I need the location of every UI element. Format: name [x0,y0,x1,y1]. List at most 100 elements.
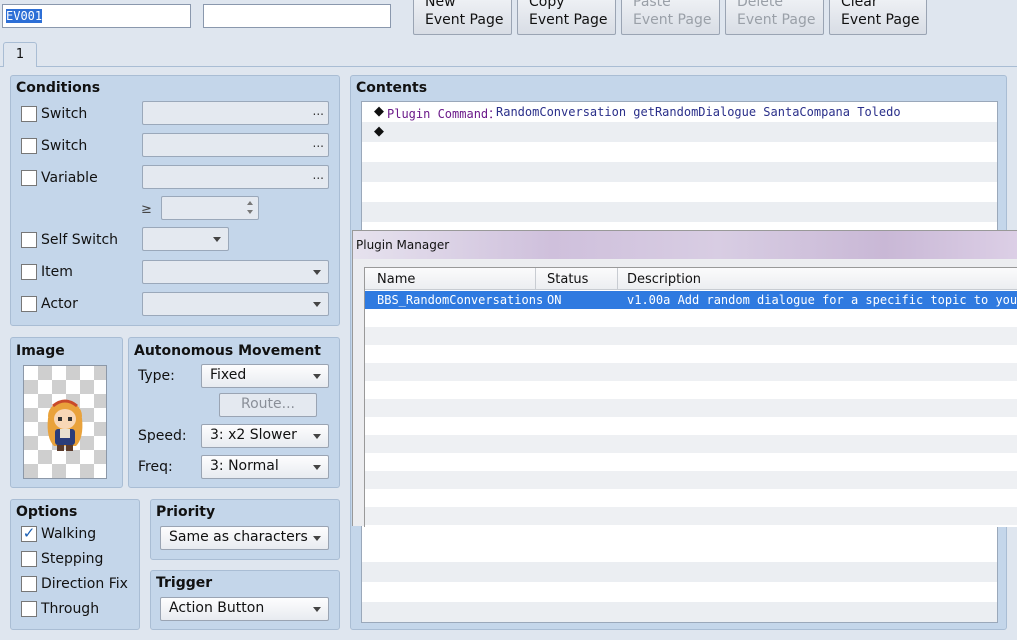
trigger-select[interactable]: Action Button [160,597,329,621]
spin-up-icon[interactable] [247,201,253,205]
actor-label: Actor [41,296,78,312]
command-row[interactable]: ◆ Plugin Command： RandomConversation get… [362,102,997,122]
plugin-empty-rows [365,309,1017,527]
button-line-2: Event Page [737,12,816,28]
plugin-row-selected[interactable]: BBS_RandomConversations ON v1.00a Add ra… [365,291,1017,309]
spin-down-icon[interactable] [247,210,253,214]
priority-value: Same as characters [169,529,308,545]
self-switch-select[interactable] [142,227,229,251]
switch1-label: Switch [41,106,88,122]
ellipsis-icon: ... [312,136,324,150]
switch2-field[interactable]: ... [142,133,329,157]
speed-value: 3: x2 Slower [210,427,297,443]
trigger-title: Trigger [156,575,213,591]
button-line-1: New [425,0,456,10]
clear-event-page-button[interactable]: Clear Event Page [829,0,927,35]
through-checkbox[interactable] [21,601,37,617]
chevron-down-icon [313,434,321,439]
new-event-page-button[interactable]: New Event Page [413,0,512,35]
list-row [362,202,997,222]
freq-value: 3: Normal [210,458,279,474]
list-row [362,562,997,582]
column-description[interactable]: Description [627,272,701,287]
chevron-down-icon [313,607,321,612]
direction-fix-checkbox[interactable] [21,576,37,592]
switch1-field[interactable]: ... [142,101,329,125]
direction-fix-label: Direction Fix [41,576,128,592]
walking-checkbox[interactable]: ✓ [21,526,37,542]
copy-event-page-button[interactable]: Copy Event Page [517,0,616,35]
contents-title: Contents [356,80,428,96]
variable-checkbox[interactable] [21,170,37,186]
actor-select[interactable] [142,292,329,316]
walking-label: Walking [41,526,97,542]
button-line-1: Copy [529,0,565,10]
plugin-table[interactable]: Name Status Description BBS_RandomConver… [364,267,1017,527]
button-line-2: Event Page [529,12,608,28]
conditions-panel: Conditions Switch ... Switch ... Variabl… [10,75,340,326]
autonomous-movement-panel: Autonomous Movement Type: Fixed Route...… [128,337,340,488]
event-note-input[interactable] [203,4,391,28]
list-row [362,182,997,202]
chevron-down-icon [313,536,321,541]
character-sprite-icon [47,399,83,451]
autonomous-title: Autonomous Movement [134,343,321,359]
self-switch-label: Self Switch [41,232,119,248]
self-switch-checkbox[interactable] [21,232,37,248]
command-row-empty[interactable]: ◆ [362,122,997,142]
tab-page-1[interactable]: 1 [3,42,37,67]
options-title: Options [16,504,78,520]
button-line-1: Delete [737,0,783,10]
button-line-2: Event Page [425,12,504,28]
variable-label: Variable [41,170,98,186]
through-label: Through [41,601,100,617]
speed-select[interactable]: 3: x2 Slower [201,424,329,448]
tab-bar-line [0,66,1017,67]
options-panel: Options ✓ Walking Stepping Direction Fix… [10,499,140,630]
column-name[interactable]: Name [377,272,415,287]
plugin-manager-window: Plugin Manager Name Status Description B… [352,230,1017,527]
priority-title: Priority [156,504,216,520]
command-text: RandomConversation getRandomDialogue San… [496,105,901,119]
type-value: Fixed [210,367,247,383]
priority-select[interactable]: Same as characters [160,526,329,550]
event-image-preview[interactable] [23,365,107,479]
variable-field[interactable]: ... [142,165,329,189]
item-checkbox[interactable] [21,264,37,280]
freq-select[interactable]: 3: Normal [201,455,329,479]
switch1-checkbox[interactable] [21,106,37,122]
variable-value-spinner[interactable] [161,196,259,220]
type-select[interactable]: Fixed [201,364,329,388]
plugin-status: ON [547,293,562,307]
chevron-down-icon [313,302,321,307]
event-name-input[interactable]: EV001 [2,4,191,28]
paste-event-page-button[interactable]: Paste Event Page [621,0,720,35]
chevron-down-icon [313,270,321,275]
list-row [362,542,997,562]
route-button[interactable]: Route... [219,393,317,417]
switch2-label: Switch [41,138,88,154]
column-divider [617,268,618,290]
item-label: Item [41,264,73,280]
list-row [362,162,997,182]
ellipsis-icon: ... [312,104,324,118]
plugin-manager-title: Plugin Manager [356,238,450,252]
switch2-checkbox[interactable] [21,138,37,154]
list-row [362,582,997,602]
plugin-manager-titlebar[interactable]: Plugin Manager [353,231,1017,259]
chevron-down-icon [313,374,321,379]
plugin-description: v1.00a Add random dialogue for a specifi… [627,293,1017,307]
type-label: Type: [138,368,175,384]
priority-panel: Priority Same as characters [150,499,340,560]
column-status[interactable]: Status [547,272,588,287]
image-panel: Image [10,337,123,488]
item-select[interactable] [142,260,329,284]
gte-label: ≥ [141,202,152,217]
stepping-label: Stepping [41,551,104,567]
plugin-table-header: Name Status Description [365,268,1017,290]
button-line-2: Event Page [841,12,920,28]
delete-event-page-button[interactable]: Delete Event Page [725,0,824,35]
actor-checkbox[interactable] [21,296,37,312]
speed-label: Speed: [138,428,187,444]
stepping-checkbox[interactable] [21,551,37,567]
